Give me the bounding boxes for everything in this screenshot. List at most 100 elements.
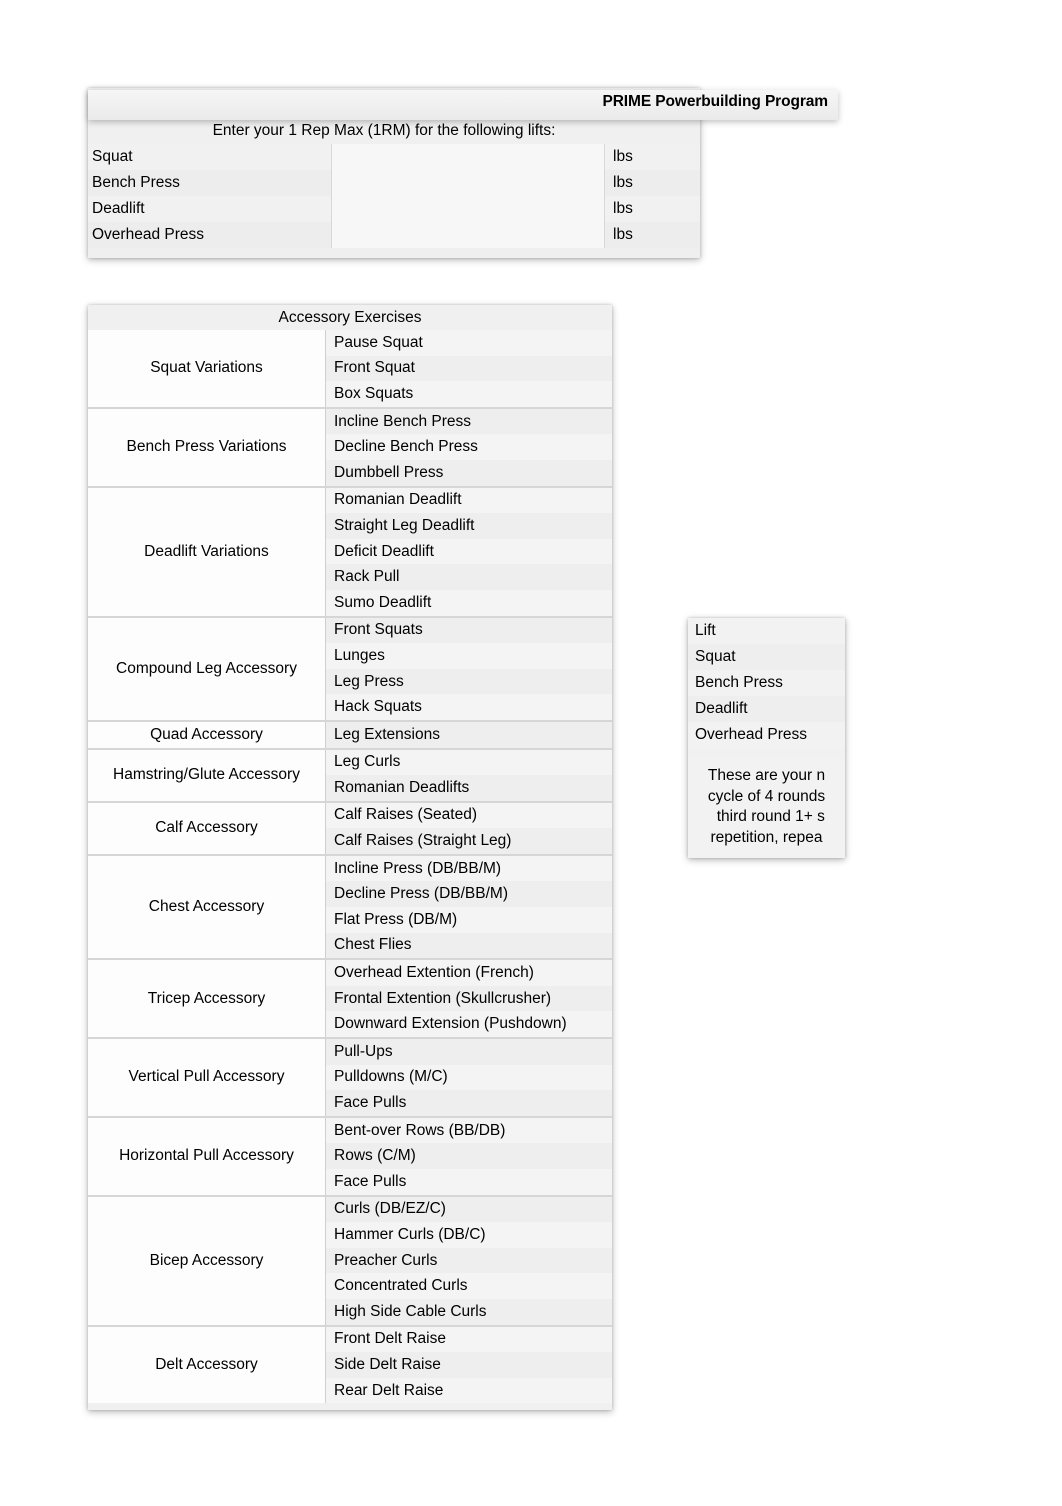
document-title-bar: PRIME Powerbuilding Program xyxy=(88,90,838,120)
accessory-group: Hamstring/Glute Accessory Leg Curls Romani… xyxy=(88,747,612,801)
lift-reference-header: Lift xyxy=(688,618,845,644)
lift-reference-item-overhead-press: Overhead Press xyxy=(688,722,845,748)
one-rep-max-overhead-press-input[interactable] xyxy=(332,222,605,248)
accessory-exercise-item[interactable]: Incline Bench Press xyxy=(326,408,612,435)
accessory-group-items: Incline Press (DB/BB/M) Decline Press (DB… xyxy=(325,855,612,959)
accessory-exercise-item[interactable]: Concentrated Curls xyxy=(326,1273,612,1299)
one-rep-max-unit: lbs xyxy=(613,148,633,165)
accessory-exercise-item[interactable]: Sumo Deadlift xyxy=(326,589,612,616)
accessory-exercise-item[interactable]: Straight Leg Deadlift xyxy=(326,513,612,539)
accessory-exercise-item[interactable]: Dumbbell Press xyxy=(326,459,612,486)
accessory-group-items: Incline Bench Press Decline Bench Press Du… xyxy=(325,408,612,486)
one-rep-max-instruction: Enter your 1 Rep Max (1RM) for the follo… xyxy=(212,122,556,139)
accessory-exercises-header: Accessory Exercises xyxy=(88,305,612,330)
accessory-exercise-item[interactable]: Preacher Curls xyxy=(326,1247,612,1274)
one-rep-max-bench-press-input[interactable] xyxy=(332,170,605,196)
accessory-exercise-item[interactable]: Hack Squats xyxy=(326,694,612,720)
one-rep-max-lift-label: Bench Press xyxy=(88,170,332,196)
one-rep-max-row: Bench Press lbs xyxy=(88,170,700,196)
accessory-group-label: Deadlift Variations xyxy=(88,487,325,616)
accessory-exercise-item[interactable]: Front Squat xyxy=(326,355,612,382)
accessory-group: Delt Accessory Front Delt Raise Side Delt … xyxy=(88,1324,612,1404)
accessory-group: Chest Accessory Incline Press (DB/BB/M) De… xyxy=(88,853,612,959)
accessory-exercise-item[interactable]: High Side Cable Curls xyxy=(326,1298,612,1325)
accessory-exercise-item[interactable]: Overhead Extention (French) xyxy=(326,960,612,986)
one-rep-max-lift-label: Deadlift xyxy=(88,196,332,222)
accessory-exercise-item[interactable]: Pull-Ups xyxy=(326,1039,612,1065)
accessory-group: Compound Leg Accessory Front Squats Lunges… xyxy=(88,615,612,720)
accessory-exercise-item[interactable]: Lunges xyxy=(326,643,612,669)
accessory-exercise-item[interactable]: Flat Press (DB/M) xyxy=(326,907,612,933)
accessory-exercise-item[interactable]: Face Pulls xyxy=(326,1090,612,1116)
accessory-group: Tricep Accessory Overhead Extention (Fren… xyxy=(88,958,612,1038)
lift-reference-panel: Lift Squat Bench Press Deadlift Overhead… xyxy=(688,618,845,858)
one-rep-max-unit: lbs xyxy=(613,174,633,191)
accessory-exercise-item[interactable]: Calf Raises (Seated) xyxy=(326,802,612,829)
accessory-group-items: Leg Curls Romanian Deadlifts xyxy=(325,749,612,801)
accessory-group-label: Quad Accessory xyxy=(88,721,325,748)
accessory-exercise-item[interactable]: Bent-over Rows (BB/DB) xyxy=(326,1117,612,1144)
accessory-group-items: Calf Raises (Seated) Calf Raises (Straigh… xyxy=(325,802,612,854)
accessory-exercise-item[interactable]: Leg Curls xyxy=(326,749,612,776)
accessory-exercise-item[interactable]: Incline Press (DB/BB/M) xyxy=(326,855,612,882)
accessory-exercise-item[interactable]: Leg Press xyxy=(326,668,612,695)
accessory-group-label: Tricep Accessory xyxy=(88,960,325,1038)
accessory-group: Horizontal Pull Accessory Bent-over Rows … xyxy=(88,1115,612,1195)
one-rep-max-lift-label: Overhead Press xyxy=(88,222,332,248)
accessory-group-items: Bent-over Rows (BB/DB) Rows (C/M) Face Pul… xyxy=(325,1117,612,1195)
accessory-exercise-item[interactable]: Romanian Deadlift xyxy=(326,487,612,514)
accessory-exercise-item[interactable]: Chest Flies xyxy=(326,932,612,959)
accessory-group: Bicep Accessory Curls (DB/EZ/C) Hammer Cur… xyxy=(88,1194,612,1325)
accessory-group: Calf Accessory Calf Raises (Seated) Calf R… xyxy=(88,800,612,854)
accessory-exercise-item[interactable]: Hammer Curls (DB/C) xyxy=(326,1222,612,1248)
accessory-exercise-item[interactable]: Leg Extensions xyxy=(326,721,612,748)
one-rep-max-instruction-row: Enter your 1 Rep Max (1RM) for the follo… xyxy=(88,118,700,144)
accessory-exercise-item[interactable]: Deficit Deadlift xyxy=(326,538,612,565)
accessory-exercise-item[interactable]: Decline Press (DB/BB/M) xyxy=(326,881,612,908)
accessory-group: Bench Press Variations Incline Bench Pres… xyxy=(88,406,612,486)
page-title: PRIME Powerbuilding Program xyxy=(602,93,828,110)
accessory-exercise-item[interactable]: Rear Delt Raise xyxy=(326,1377,612,1404)
accessory-group-label: Horizontal Pull Accessory xyxy=(88,1117,325,1195)
accessory-group: Quad Accessory Leg Extensions xyxy=(88,719,612,748)
accessory-exercise-item[interactable]: Front Squats xyxy=(326,617,612,644)
accessory-group: Vertical Pull Accessory Pull-Ups Pulldowns… xyxy=(88,1037,612,1116)
accessory-group-items: Front Squats Lunges Leg Press Hack Squats xyxy=(325,617,612,720)
accessory-exercise-item[interactable]: Front Delt Raise xyxy=(326,1326,612,1353)
one-rep-max-lift-label: Squat xyxy=(88,144,332,170)
accessory-exercise-item[interactable]: Pause Squat xyxy=(326,330,612,356)
accessory-exercises-panel: Accessory Exercises Squat Variations Paus… xyxy=(88,305,612,1410)
accessory-group-items: Pause Squat Front Squat Box Squats xyxy=(325,330,612,407)
accessory-exercise-item[interactable]: Downward Extension (Pushdown) xyxy=(326,1011,612,1038)
accessory-group-items: Pull-Ups Pulldowns (M/C) Face Pulls xyxy=(325,1039,612,1116)
accessory-exercise-item[interactable]: Side Delt Raise xyxy=(326,1352,612,1378)
accessory-group-label: Chest Accessory xyxy=(88,855,325,959)
accessory-exercise-item[interactable]: Rack Pull xyxy=(326,564,612,590)
accessory-group-label: Bicep Accessory xyxy=(88,1196,325,1325)
accessory-group-items: Romanian Deadlift Straight Leg Deadlift De… xyxy=(325,487,612,616)
accessory-group-label: Delt Accessory xyxy=(88,1326,325,1404)
accessory-group-label: Hamstring/Glute Accessory xyxy=(88,749,325,801)
accessory-exercise-item[interactable]: Face Pulls xyxy=(326,1169,612,1195)
one-rep-max-unit: lbs xyxy=(613,226,633,243)
one-rep-max-unit: lbs xyxy=(613,200,633,217)
one-rep-max-deadlift-input[interactable] xyxy=(332,196,605,222)
one-rep-max-row: Squat lbs xyxy=(88,144,700,170)
accessory-exercise-item[interactable]: Pulldowns (M/C) xyxy=(326,1064,612,1091)
accessory-group-items: Overhead Extention (French) Frontal Exten… xyxy=(325,960,612,1038)
accessory-exercises-header-label: Accessory Exercises xyxy=(278,308,422,326)
accessory-group-label: Vertical Pull Accessory xyxy=(88,1039,325,1116)
accessory-exercise-item[interactable]: Frontal Extention (Skullcrusher) xyxy=(326,985,612,1012)
accessory-exercises-body: Squat Variations Pause Squat Front Squat Bo… xyxy=(88,330,612,1404)
one-rep-max-row: Overhead Press lbs xyxy=(88,222,700,248)
one-rep-max-squat-input[interactable] xyxy=(332,144,605,170)
accessory-exercise-item[interactable]: Decline Bench Press xyxy=(326,434,612,460)
accessory-exercise-item[interactable]: Rows (C/M) xyxy=(326,1143,612,1169)
accessory-exercise-item[interactable]: Curls (DB/EZ/C) xyxy=(326,1196,612,1223)
accessory-group-label: Calf Accessory xyxy=(88,802,325,854)
accessory-exercise-item[interactable]: Romanian Deadlifts xyxy=(326,775,612,801)
accessory-group-label: Bench Press Variations xyxy=(88,408,325,486)
accessory-group-items: Front Delt Raise Side Delt Raise Rear Delt… xyxy=(325,1326,612,1404)
accessory-exercise-item[interactable]: Calf Raises (Straight Leg) xyxy=(326,828,612,854)
accessory-exercise-item[interactable]: Box Squats xyxy=(326,381,612,407)
